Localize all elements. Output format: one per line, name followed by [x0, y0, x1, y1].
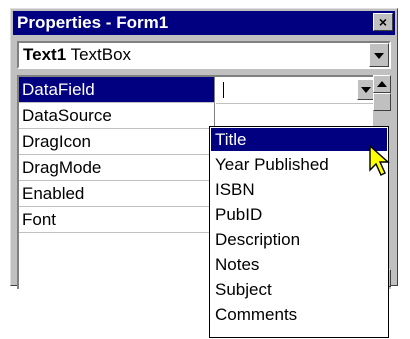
property-row-datafield[interactable]: DataField [19, 77, 375, 104]
scroll-up-button[interactable] [373, 75, 391, 93]
property-name: Font [19, 207, 215, 233]
list-item[interactable]: PubID [211, 203, 387, 226]
property-name: DragMode [19, 155, 215, 181]
list-item[interactable]: Comments [211, 303, 387, 326]
list-item[interactable]: Description [211, 228, 387, 251]
text-caret [223, 82, 224, 98]
object-combobox[interactable]: Text1 TextBox [17, 41, 391, 69]
datafield-value-input[interactable] [221, 79, 351, 100]
chevron-down-icon [361, 87, 371, 93]
list-item[interactable]: ISBN [211, 178, 387, 201]
arrow-up-icon [377, 81, 387, 87]
chevron-down-icon [374, 53, 384, 59]
property-name: Enabled [19, 181, 215, 207]
property-name: DragIcon [19, 129, 215, 155]
close-icon: × [378, 14, 388, 30]
title-bar[interactable]: Properties - Form1 × [13, 11, 395, 35]
property-name: DataField [19, 77, 215, 103]
scroll-thumb[interactable] [373, 93, 391, 111]
list-item[interactable]: Year Published [211, 153, 387, 176]
list-item[interactable]: Title [211, 128, 387, 151]
list-item[interactable]: Subject [211, 278, 387, 301]
datafield-dropdown-list[interactable]: Title Year Published ISBN PubID Descript… [209, 126, 389, 338]
window-title: Properties - Form1 [17, 13, 169, 32]
mouse-pointer-icon [369, 144, 390, 176]
list-item[interactable]: Notes [211, 253, 387, 276]
close-button[interactable]: × [373, 13, 393, 31]
object-name: Text1 [23, 45, 67, 64]
object-type: TextBox [70, 45, 132, 64]
property-name: DataSource [19, 103, 215, 129]
object-dropdown-button[interactable] [369, 43, 389, 67]
